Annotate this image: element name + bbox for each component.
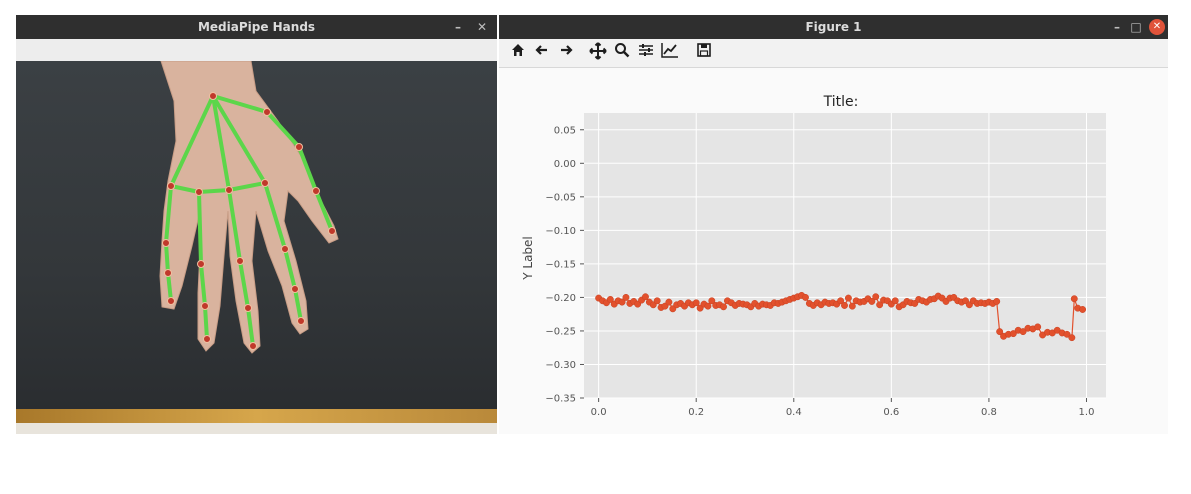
x-tick-label: 0.8 — [981, 407, 997, 418]
data-point — [1034, 323, 1042, 331]
figure-window: Figure 1 – □ ✕ Title: 0.0 0.2 0.4 0.6 0.… — [499, 15, 1168, 434]
forward-arrow-icon[interactable] — [555, 42, 577, 64]
data-point — [720, 303, 727, 311]
close-button[interactable]: ✕ — [473, 15, 491, 39]
data-point — [1079, 306, 1087, 313]
data-point — [1070, 295, 1078, 303]
minimize-button[interactable]: – — [449, 15, 467, 39]
edit-axis-icon[interactable] — [659, 42, 681, 64]
data-point — [872, 293, 880, 301]
y-axis-label: Y Label — [521, 236, 535, 281]
data-point — [848, 302, 856, 310]
figure-window-titlebar[interactable]: Figure 1 – □ ✕ — [499, 15, 1168, 39]
plot-area[interactable] — [584, 113, 1106, 398]
save-icon[interactable] — [693, 42, 715, 64]
zoom-icon[interactable] — [611, 42, 633, 64]
x-tick-label: 0.2 — [688, 407, 704, 418]
data-point — [841, 302, 848, 309]
figure-window-title: Figure 1 — [805, 20, 862, 34]
y-axis-ticks: 0.05 0.00 −0.05 −0.10 −0.15 −0.20 −0.25 −0.30 −0… — [545, 125, 584, 405]
home-icon[interactable] — [507, 42, 529, 64]
maximize-button[interactable]: □ — [1127, 15, 1145, 39]
data-point — [802, 293, 809, 301]
close-button[interactable]: ✕ — [1149, 19, 1165, 35]
data-point — [692, 299, 700, 307]
y-tick-label: −0.20 — [545, 293, 576, 304]
plot-svg: Title: 0.0 0.2 0.4 0.6 0.8 1.0 0.05 0.00 −0.05 −… — [521, 94, 1106, 418]
left-window-titlebar[interactable]: MediaPipe Hands – ✕ — [16, 15, 497, 39]
data-point — [704, 302, 712, 310]
x-tick-label: 0.6 — [883, 407, 899, 418]
y-tick-label: −0.15 — [545, 259, 576, 270]
data-point — [653, 297, 661, 305]
configure-subplots-icon[interactable] — [635, 42, 657, 64]
data-point — [891, 297, 899, 305]
chart-title: Title: — [823, 94, 859, 110]
figure-canvas: Title: 0.0 0.2 0.4 0.6 0.8 1.0 0.05 0.00 −0.05 −… — [499, 68, 1168, 434]
x-axis-ticks: 0.0 0.2 0.4 0.6 0.8 1.0 — [591, 398, 1095, 418]
data-point — [844, 294, 852, 302]
data-point — [993, 297, 1001, 305]
left-window-title: MediaPipe Hands — [197, 20, 316, 34]
y-tick-label: −0.25 — [545, 326, 576, 337]
y-tick-label: −0.30 — [545, 360, 576, 371]
x-tick-label: 0.4 — [786, 407, 802, 418]
floor-strip — [16, 423, 497, 434]
camera-feed — [16, 61, 497, 434]
minimize-button[interactable]: – — [1108, 15, 1126, 39]
matplotlib-toolbar — [499, 39, 1168, 68]
data-point — [642, 293, 649, 301]
y-tick-label: 0.00 — [554, 159, 576, 170]
mediapipe-hands-window: MediaPipe Hands – ✕ — [16, 15, 497, 434]
desk-edge — [16, 409, 497, 423]
y-tick-label: −0.35 — [545, 394, 576, 405]
back-arrow-icon[interactable] — [531, 42, 553, 64]
x-tick-label: 0.0 — [591, 407, 607, 418]
data-point — [665, 298, 673, 306]
y-tick-label: 0.05 — [554, 125, 576, 136]
y-tick-label: −0.10 — [545, 226, 576, 237]
data-point — [622, 293, 630, 301]
pan-icon[interactable] — [587, 42, 609, 64]
data-point — [1068, 334, 1076, 342]
left-window-menu-strip — [16, 39, 497, 61]
x-tick-label: 1.0 — [1079, 407, 1095, 418]
y-tick-label: −0.05 — [545, 192, 576, 203]
